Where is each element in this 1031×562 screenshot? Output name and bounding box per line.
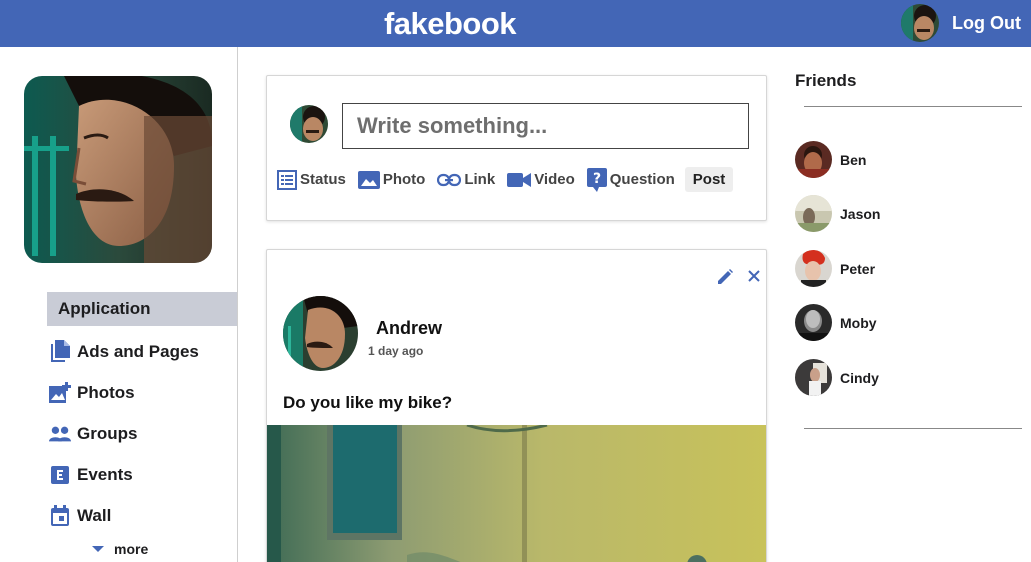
friend-item-moby[interactable]: Moby — [795, 304, 877, 341]
friend-avatar — [795, 195, 832, 232]
friends-divider-bottom — [804, 428, 1022, 429]
post-text: Do you like my bike? — [283, 393, 453, 412]
photo-button[interactable]: Photo — [357, 170, 426, 189]
link-icon — [437, 173, 462, 187]
friend-name: Moby — [840, 314, 877, 331]
post-composer: Status Photo Link Video ? Question P — [266, 75, 767, 221]
sidebar-item-label: Events — [77, 464, 133, 484]
people-icon — [49, 423, 71, 445]
header-avatar[interactable] — [901, 4, 939, 42]
friend-name: Ben — [840, 151, 867, 168]
events-icon — [49, 464, 71, 486]
post-author-avatar[interactable] — [283, 296, 358, 371]
friends-divider-top — [804, 106, 1022, 107]
file-copy-icon — [49, 339, 71, 363]
friend-avatar — [795, 141, 832, 178]
friend-avatar — [795, 359, 832, 396]
composer-avatar — [290, 105, 328, 143]
composer-actions: Status Photo Link Video ? Question Post — [277, 167, 734, 192]
friend-avatar — [795, 250, 832, 287]
sidebar-item-ads-and-pages[interactable]: Ads and Pages — [47, 331, 237, 372]
friend-name: Cindy — [840, 369, 879, 386]
sidebar-item-label: Application — [58, 299, 151, 318]
photo-label: Photo — [382, 171, 426, 188]
add-photo-icon — [49, 381, 71, 404]
friends-title: Friends — [795, 71, 857, 90]
friend-avatar — [795, 304, 832, 341]
svg-text:?: ? — [593, 171, 601, 187]
video-label: Video — [534, 171, 575, 188]
friend-name: Jason — [840, 205, 881, 222]
sidebar-item-label: Groups — [77, 423, 138, 443]
logout-button[interactable]: Log Out — [952, 13, 1021, 34]
post-image[interactable] — [267, 425, 766, 562]
friend-item-peter[interactable]: Peter — [795, 250, 875, 287]
sidebar-item-application[interactable]: Application — [47, 292, 237, 326]
status-label: Status — [300, 171, 346, 188]
sidebar-item-photos[interactable]: Photos — [47, 372, 237, 413]
sidebar-item-groups[interactable]: Groups — [47, 413, 237, 454]
video-icon — [507, 172, 532, 188]
more-label: more — [114, 541, 149, 557]
friend-name: Peter — [840, 260, 876, 277]
status-button[interactable]: Status — [277, 169, 346, 190]
list-icon — [277, 169, 297, 190]
sidebar-menu: Application Ads and Pages Photos Groups … — [47, 292, 237, 562]
top-bar: fakebook Log Out — [0, 0, 1031, 47]
question-icon: ? — [586, 167, 607, 192]
sidebar-item-label: Photos — [77, 382, 135, 402]
brand-logo[interactable]: fakebook — [0, 6, 900, 42]
sidebar-item-wall[interactable]: Wall — [47, 495, 237, 536]
sidebar-item-label: Ads and Pages — [77, 341, 199, 361]
post-timestamp: 1 day ago — [368, 344, 424, 358]
left-sidebar: Application Ads and Pages Photos Groups … — [0, 47, 238, 562]
sidebar-item-label: Wall — [77, 505, 112, 525]
post-input[interactable] — [342, 103, 749, 149]
friend-item-ben[interactable]: Ben — [795, 141, 866, 178]
question-button[interactable]: ? Question — [586, 167, 675, 192]
link-label: Link — [464, 171, 496, 188]
post-card: Andrew 1 day ago Do you like my bike? — [266, 249, 767, 562]
profile-photo[interactable] — [24, 76, 212, 263]
link-button[interactable]: Link — [437, 171, 495, 188]
sidebar-more-toggle[interactable]: more — [47, 536, 237, 562]
friend-item-cindy[interactable]: Cindy — [795, 359, 879, 396]
post-author-name[interactable]: Andrew — [376, 318, 442, 339]
image-icon — [357, 170, 380, 189]
close-icon[interactable] — [747, 269, 761, 288]
caret-down-icon — [92, 546, 104, 552]
question-label: Question — [609, 171, 675, 188]
sidebar-item-events[interactable]: Events — [47, 454, 237, 495]
friend-item-jason[interactable]: Jason — [795, 195, 880, 232]
edit-pencil-icon[interactable] — [717, 269, 733, 290]
post-button[interactable]: Post — [684, 167, 734, 192]
calendar-icon — [49, 504, 71, 527]
video-button[interactable]: Video — [507, 171, 575, 188]
